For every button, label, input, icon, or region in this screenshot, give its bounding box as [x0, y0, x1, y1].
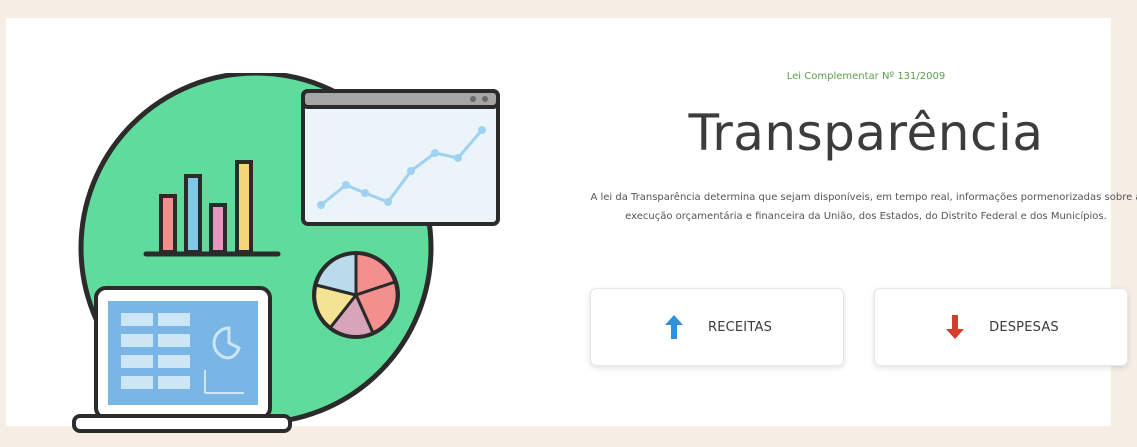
receitas-button[interactable]: RECEITAS — [590, 288, 844, 366]
browser-window-icon — [301, 89, 500, 226]
law-reference-label: Lei Complementar Nº 131/2009 — [786, 71, 946, 82]
receitas-label: RECEITAS — [707, 319, 773, 335]
data-analytics-illustration — [72, 70, 500, 433]
page-description: A lei da Transparência determina que sej… — [590, 192, 1137, 222]
transparency-illustration — [68, 70, 508, 443]
pie-chart-icon — [312, 251, 400, 339]
arrow-up-icon — [664, 315, 683, 339]
despesas-label: DESPESAS — [989, 319, 1059, 335]
transparency-card: Lei Complementar Nº 131/2009 Transparênc… — [6, 18, 1137, 433]
despesas-button[interactable]: DESPESAS — [874, 288, 1128, 366]
arrow-down-icon — [946, 315, 965, 339]
page-title: Transparência — [688, 104, 1044, 162]
laptop-icon — [72, 286, 292, 433]
